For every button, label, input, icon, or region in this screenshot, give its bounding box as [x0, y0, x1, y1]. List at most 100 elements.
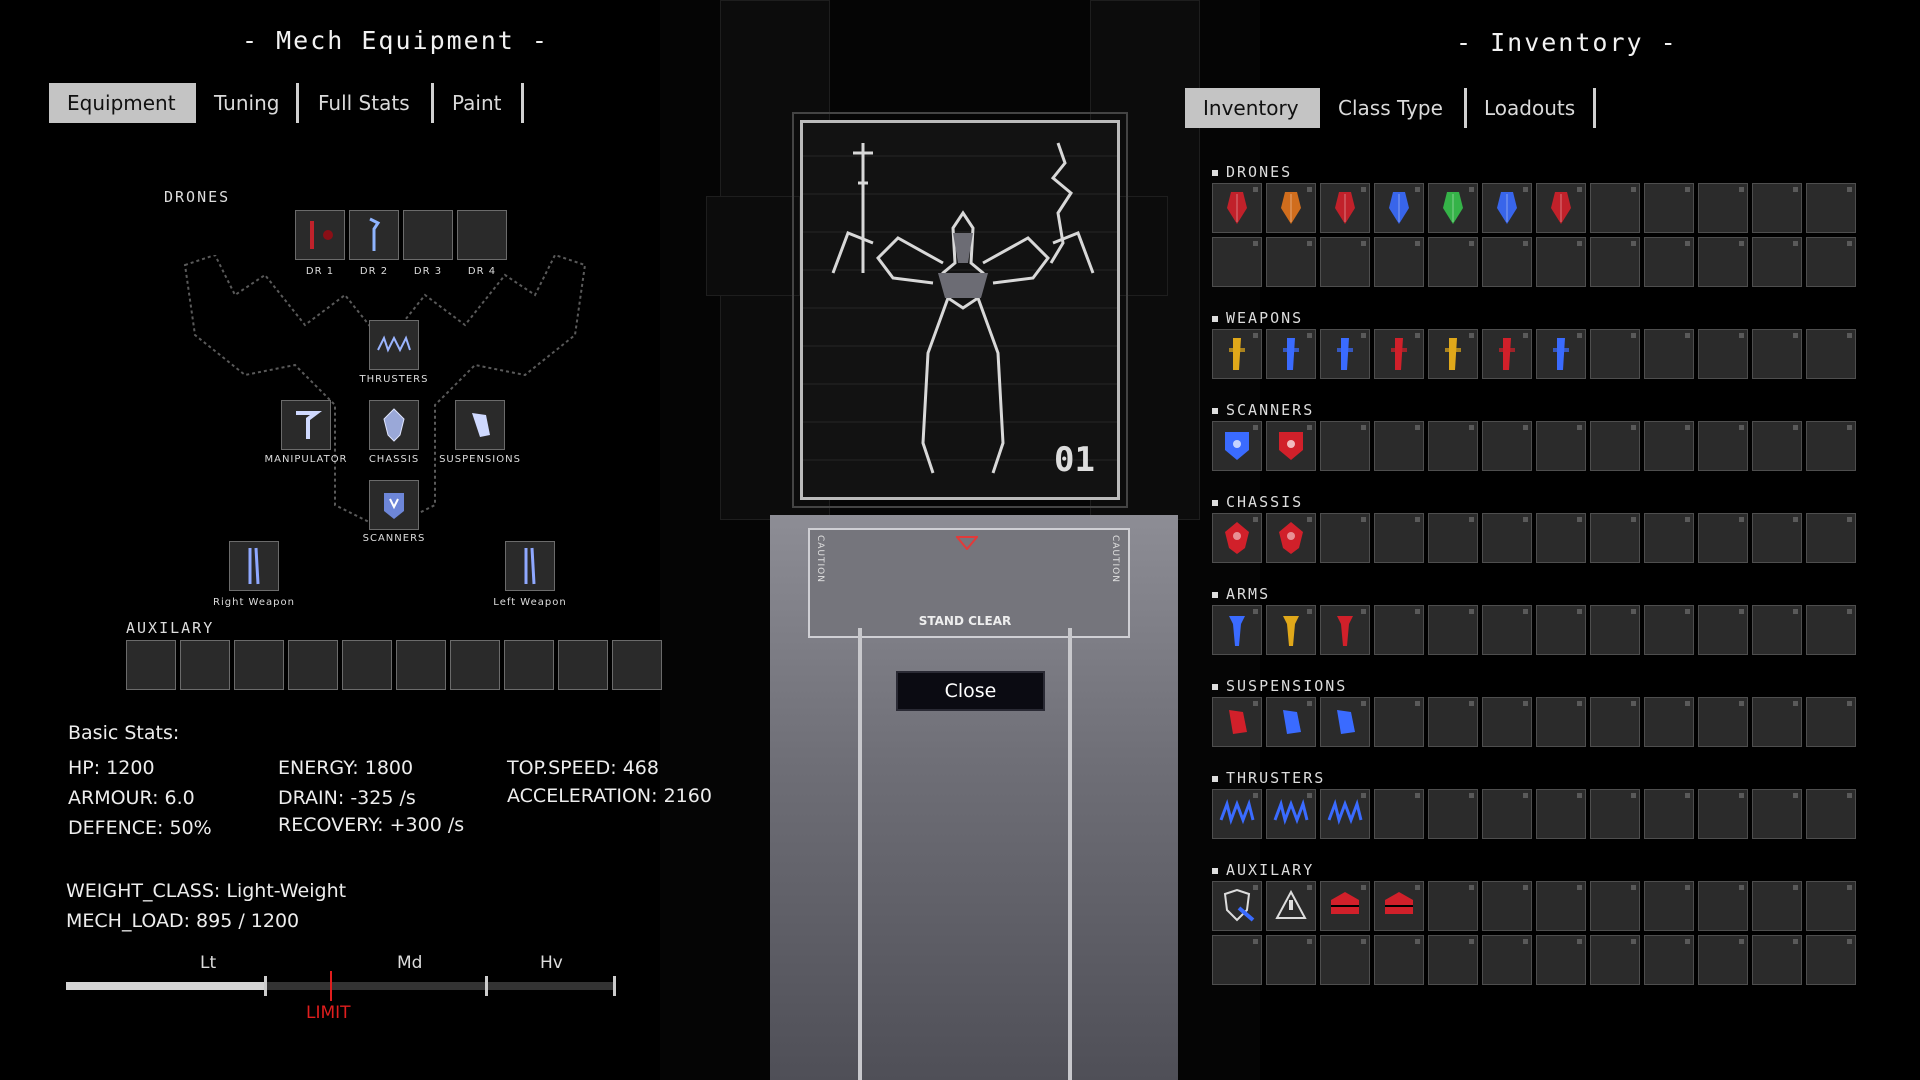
inventory-slot[interactable] [1644, 513, 1694, 563]
inventory-slot[interactable] [1320, 605, 1370, 655]
inventory-slot[interactable] [1212, 421, 1262, 471]
inventory-slot[interactable] [1644, 421, 1694, 471]
inventory-slot[interactable] [1320, 329, 1370, 379]
inventory-slot[interactable] [1374, 513, 1424, 563]
inventory-slot[interactable] [1698, 513, 1748, 563]
inventory-slot[interactable] [1266, 789, 1316, 839]
right-weapon-slot[interactable] [229, 541, 279, 591]
tab-class-type[interactable]: Class Type [1320, 88, 1461, 128]
inventory-slot[interactable] [1698, 605, 1748, 655]
auxilary-slot-3[interactable] [234, 640, 284, 690]
auxilary-slot-5[interactable] [342, 640, 392, 690]
inventory-slot[interactable] [1320, 421, 1370, 471]
inventory-slot[interactable] [1752, 421, 1802, 471]
inventory-slot[interactable] [1806, 183, 1856, 233]
inventory-slot[interactable] [1698, 237, 1748, 287]
inventory-slot[interactable] [1806, 237, 1856, 287]
inventory-slot[interactable] [1374, 935, 1424, 985]
inventory-slot[interactable] [1374, 183, 1424, 233]
tab-equipment[interactable]: Equipment [49, 83, 196, 123]
inventory-slot[interactable] [1266, 881, 1316, 931]
inventory-slot[interactable] [1320, 513, 1370, 563]
inventory-slot[interactable] [1590, 183, 1640, 233]
inventory-slot[interactable] [1536, 183, 1586, 233]
inventory-slot[interactable] [1374, 421, 1424, 471]
inventory-slot[interactable] [1374, 881, 1424, 931]
inventory-slot[interactable] [1536, 513, 1586, 563]
inventory-slot[interactable] [1212, 789, 1262, 839]
inventory-slot[interactable] [1536, 697, 1586, 747]
inventory-slot[interactable] [1644, 697, 1694, 747]
inventory-slot[interactable] [1590, 329, 1640, 379]
inventory-slot[interactable] [1212, 237, 1262, 287]
left-weapon-slot[interactable] [505, 541, 555, 591]
inventory-slot[interactable] [1482, 789, 1532, 839]
inventory-slot[interactable] [1590, 513, 1640, 563]
inventory-slot[interactable] [1482, 421, 1532, 471]
inventory-slot[interactable] [1806, 605, 1856, 655]
manipulator-slot[interactable] [281, 400, 331, 450]
inventory-slot[interactable] [1428, 237, 1478, 287]
inventory-slot[interactable] [1698, 329, 1748, 379]
inventory-slot[interactable] [1374, 237, 1424, 287]
inventory-slot[interactable] [1698, 881, 1748, 931]
drone-slot-3[interactable] [403, 210, 453, 260]
inventory-slot[interactable] [1536, 421, 1586, 471]
auxilary-slot-10[interactable] [612, 640, 662, 690]
inventory-slot[interactable] [1752, 935, 1802, 985]
inventory-slot[interactable] [1806, 881, 1856, 931]
inventory-slot[interactable] [1698, 935, 1748, 985]
auxilary-slot-2[interactable] [180, 640, 230, 690]
inventory-slot[interactable] [1320, 935, 1370, 985]
inventory-slot[interactable] [1320, 237, 1370, 287]
drone-slot-1[interactable] [295, 210, 345, 260]
tab-full-stats[interactable]: Full Stats [300, 83, 428, 123]
inventory-slot[interactable] [1752, 881, 1802, 931]
drone-slot-4[interactable] [457, 210, 507, 260]
inventory-slot[interactable] [1374, 697, 1424, 747]
inventory-slot[interactable] [1536, 329, 1586, 379]
inventory-slot[interactable] [1428, 789, 1478, 839]
chassis-slot[interactable] [369, 400, 419, 450]
auxilary-slot-6[interactable] [396, 640, 446, 690]
inventory-slot[interactable] [1428, 935, 1478, 985]
inventory-slot[interactable] [1752, 789, 1802, 839]
inventory-slot[interactable] [1212, 513, 1262, 563]
auxilary-slot-4[interactable] [288, 640, 338, 690]
inventory-slot[interactable] [1320, 183, 1370, 233]
inventory-slot[interactable] [1212, 605, 1262, 655]
inventory-slot[interactable] [1590, 697, 1640, 747]
inventory-slot[interactable] [1482, 329, 1532, 379]
close-button[interactable]: Close [896, 671, 1045, 711]
inventory-slot[interactable] [1320, 881, 1370, 931]
scanners-slot[interactable] [369, 480, 419, 530]
inventory-slot[interactable] [1698, 789, 1748, 839]
inventory-slot[interactable] [1644, 789, 1694, 839]
inventory-slot[interactable] [1590, 605, 1640, 655]
inventory-slot[interactable] [1644, 881, 1694, 931]
inventory-slot[interactable] [1482, 237, 1532, 287]
inventory-slot[interactable] [1428, 421, 1478, 471]
inventory-slot[interactable] [1482, 183, 1532, 233]
inventory-slot[interactable] [1374, 605, 1424, 655]
inventory-slot[interactable] [1698, 697, 1748, 747]
suspensions-slot[interactable] [455, 400, 505, 450]
inventory-slot[interactable] [1482, 935, 1532, 985]
auxilary-slot-1[interactable] [126, 640, 176, 690]
thrusters-slot[interactable] [369, 320, 419, 370]
inventory-slot[interactable] [1536, 605, 1586, 655]
inventory-slot[interactable] [1374, 789, 1424, 839]
inventory-slot[interactable] [1752, 697, 1802, 747]
tab-inventory[interactable]: Inventory [1185, 88, 1320, 128]
inventory-slot[interactable] [1806, 935, 1856, 985]
inventory-slot[interactable] [1266, 697, 1316, 747]
inventory-slot[interactable] [1590, 237, 1640, 287]
inventory-slot[interactable] [1752, 329, 1802, 379]
inventory-slot[interactable] [1698, 421, 1748, 471]
inventory-slot[interactable] [1482, 513, 1532, 563]
inventory-slot[interactable] [1806, 421, 1856, 471]
tab-paint[interactable]: Paint [434, 83, 520, 123]
inventory-slot[interactable] [1482, 605, 1532, 655]
inventory-slot[interactable] [1428, 881, 1478, 931]
inventory-slot[interactable] [1590, 421, 1640, 471]
